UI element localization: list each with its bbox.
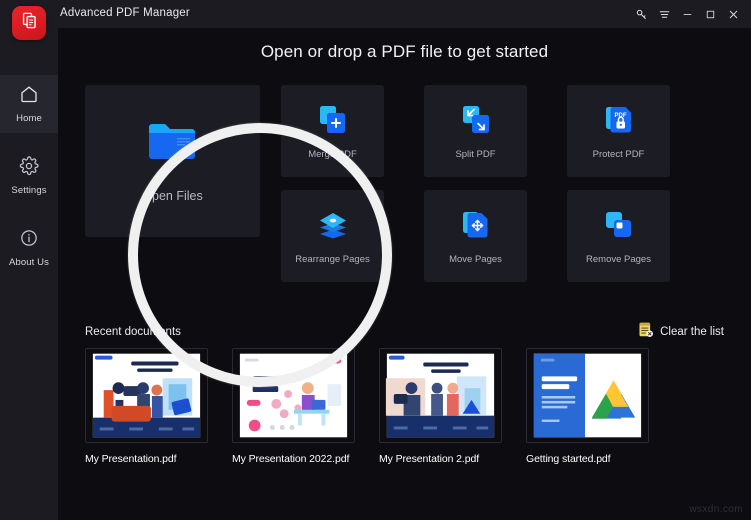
key-icon[interactable] (630, 0, 653, 28)
maximize-icon[interactable] (699, 0, 722, 28)
recent-documents-title: Recent documents (85, 326, 181, 338)
tile-rearrange-pages[interactable]: Rearrange Pages (281, 190, 384, 282)
sidebar-item-about-us-label: About Us (9, 257, 49, 268)
sidebar: Home Settings About Us (0, 28, 58, 520)
app-logo (12, 6, 46, 40)
sidebar-item-home-label: Home (16, 113, 42, 124)
tile-protect-pdf[interactable]: PDF Protect PDF (567, 85, 670, 177)
title-bar: Advanced PDF Manager (0, 0, 751, 28)
recent-document-item[interactable]: My Presentation 2022.pdf (232, 348, 355, 465)
document-thumbnail[interactable] (526, 348, 649, 443)
info-icon (19, 228, 39, 253)
tile-rearrange-pages-label: Rearrange Pages (295, 254, 369, 265)
clear-the-list-label: Clear the list (660, 326, 724, 338)
gear-icon (19, 156, 39, 181)
remove-pages-icon (602, 208, 636, 242)
tile-protect-pdf-label: Protect PDF (593, 149, 645, 160)
tile-split-pdf-label: Split PDF (455, 149, 495, 160)
move-pages-icon (459, 208, 493, 242)
document-name: Getting started.pdf (526, 453, 649, 465)
menu-icon[interactable] (653, 0, 676, 28)
protect-pdf-lock-icon: PDF (602, 103, 636, 137)
tile-merge-pdf-label: Merge PDF (308, 149, 357, 160)
document-name: My Presentation.pdf (85, 453, 208, 465)
folder-open-icon (147, 119, 199, 163)
recent-document-item[interactable]: My Presentation.pdf (85, 348, 208, 465)
minimize-icon[interactable] (676, 0, 699, 28)
document-name: My Presentation 2022.pdf (232, 453, 355, 465)
recent-documents-header: Recent documents Clear (85, 322, 724, 342)
watermark: wsxdn.com (689, 504, 743, 515)
close-icon[interactable] (722, 0, 745, 28)
sidebar-item-about-us[interactable]: About Us (0, 219, 58, 277)
document-thumbnail[interactable] (379, 348, 502, 443)
tile-move-pages[interactable]: Move Pages (424, 190, 527, 282)
sidebar-item-settings[interactable]: Settings (0, 147, 58, 205)
recent-document-item[interactable]: Getting started.pdf (526, 348, 649, 465)
clear-the-list-button[interactable]: Clear the list (637, 321, 724, 343)
window-controls (630, 0, 745, 28)
tile-move-pages-label: Move Pages (449, 254, 502, 265)
document-name: My Presentation 2.pdf (379, 453, 502, 465)
pdf-pages-logo-icon (20, 11, 39, 35)
home-icon (19, 84, 39, 109)
tile-split-pdf[interactable]: Split PDF (424, 85, 527, 177)
tile-remove-pages[interactable]: Remove Pages (567, 190, 670, 282)
tile-open-files[interactable]: Open Files (85, 85, 260, 237)
tile-remove-pages-label: Remove Pages (586, 254, 651, 265)
svg-text:PDF: PDF (614, 113, 626, 119)
split-pdf-icon (459, 103, 493, 137)
recent-document-item[interactable]: My Presentation 2.pdf (379, 348, 502, 465)
recent-documents-list: My Presentation.pdf (85, 348, 649, 465)
app-window: Advanced PDF Manager (0, 0, 751, 520)
document-thumbnail[interactable] (85, 348, 208, 443)
tile-open-files-label: Open Files (142, 189, 202, 203)
sidebar-item-settings-label: Settings (11, 185, 46, 196)
document-thumbnail[interactable] (232, 348, 355, 443)
page-title: Open or drop a PDF file to get started (58, 42, 751, 62)
main-content: Open or drop a PDF file to get started (58, 28, 751, 520)
tile-merge-pdf[interactable]: Merge PDF (281, 85, 384, 177)
clear-list-icon (637, 321, 654, 343)
layers-icon (316, 208, 350, 242)
window-title: Advanced PDF Manager (60, 7, 190, 19)
sidebar-item-home[interactable]: Home (0, 75, 58, 133)
merge-pdf-icon (316, 103, 350, 137)
